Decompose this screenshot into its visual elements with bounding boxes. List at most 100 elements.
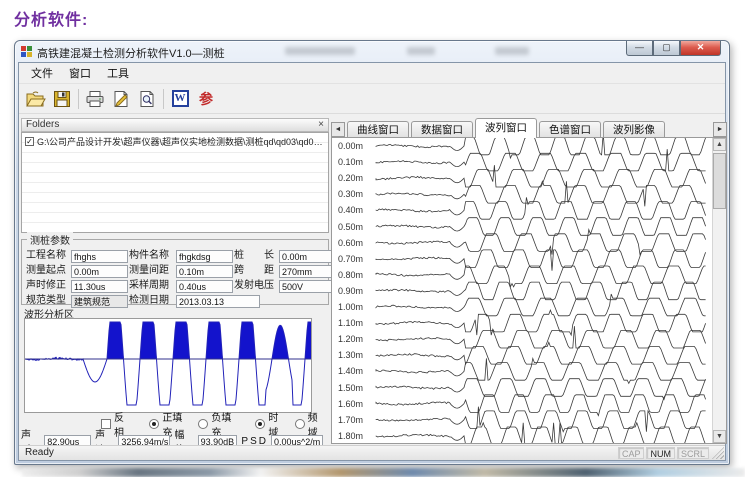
maximize-button[interactable]: ▢ bbox=[653, 41, 680, 56]
wave-train-area: ▲ ▼ 0.00m0.10m0.20m0.30m0.40m0.50m0.60m0… bbox=[331, 137, 727, 444]
sampling-period-field[interactable]: 0.40us bbox=[176, 280, 233, 293]
page-title: 分析软件: bbox=[14, 6, 88, 30]
toolbar: W 参 bbox=[19, 84, 725, 114]
waveform-trace bbox=[376, 282, 706, 300]
waveform-trace bbox=[376, 266, 706, 287]
tab-strip: ◄ 曲线窗口 数据窗口 波列窗口 色谱窗口 波列影像 ► bbox=[331, 117, 727, 137]
param-label: 声时修正 bbox=[26, 280, 70, 293]
tree-item-checkbox[interactable]: ✓ bbox=[25, 137, 34, 146]
tab-data-window[interactable]: 数据窗口 bbox=[411, 121, 473, 137]
scroll-up-icon[interactable]: ▲ bbox=[713, 138, 726, 151]
tab-scroll-left-button[interactable]: ◄ bbox=[331, 122, 345, 137]
tree-item[interactable]: ✓ G:\公司产品设计开发\超声仪器\超声仪实地检测数据\测桩qd\qd03\q… bbox=[25, 135, 325, 148]
test-date-field[interactable]: 2013.03.13 bbox=[176, 295, 260, 308]
preview-button[interactable] bbox=[134, 87, 160, 111]
tab-curve-window[interactable]: 曲线窗口 bbox=[347, 121, 409, 137]
desktop-background-sliver bbox=[22, 468, 745, 477]
folders-close-icon[interactable]: × bbox=[318, 119, 324, 131]
report-button[interactable] bbox=[108, 87, 134, 111]
waveform-trace bbox=[376, 407, 706, 432]
depth-label: 0.30m bbox=[338, 189, 372, 199]
depth-label: 1.20m bbox=[338, 334, 372, 344]
blur-artifact bbox=[407, 47, 435, 55]
close-button[interactable]: ✕ bbox=[680, 41, 721, 56]
blur-artifact bbox=[495, 47, 529, 55]
param-label: 构件名称 bbox=[129, 250, 175, 263]
tab-wave-train-window[interactable]: 波列窗口 bbox=[475, 118, 537, 138]
negative-fill-radio[interactable] bbox=[198, 419, 208, 429]
param-label: 工程名称 bbox=[26, 250, 70, 263]
param-label: 桩 长 bbox=[234, 250, 278, 263]
open-button[interactable] bbox=[23, 87, 49, 111]
depth-label: 1.10m bbox=[338, 318, 372, 328]
save-button[interactable] bbox=[49, 87, 75, 111]
doc-pen-icon bbox=[112, 90, 130, 108]
waveform-analysis-svg bbox=[25, 319, 311, 412]
menu-file[interactable]: 文件 bbox=[23, 63, 61, 83]
depth-label: 1.80m bbox=[338, 431, 372, 441]
minimize-button[interactable]: — bbox=[626, 41, 653, 56]
depth-label: 0.40m bbox=[338, 205, 372, 215]
menu-bar: 文件 窗口 工具 bbox=[19, 63, 725, 84]
start-point-field[interactable]: 0.00m bbox=[71, 265, 128, 278]
scrollbar-thumb[interactable] bbox=[713, 153, 726, 209]
status-key-scrl: SCRL bbox=[677, 447, 709, 459]
waveform-trace bbox=[376, 197, 706, 219]
app-window: 高铁建混凝土检测分析软件V1.0—测桩 — ▢ ✕ 文件 窗口 工具 bbox=[14, 40, 730, 465]
waveform-trace bbox=[376, 395, 706, 416]
print-button[interactable] bbox=[82, 87, 108, 111]
waveform-analysis-chart bbox=[24, 318, 312, 413]
vertical-scrollbar[interactable]: ▲ ▼ bbox=[712, 138, 726, 443]
component-name-field[interactable]: fhgkdsg bbox=[176, 250, 233, 263]
folders-pane-title: Folders bbox=[26, 119, 59, 130]
positive-fill-radio[interactable] bbox=[149, 419, 159, 429]
menu-tools[interactable]: 工具 bbox=[99, 63, 137, 83]
param-label: 采样周期 bbox=[129, 280, 175, 293]
scroll-down-icon[interactable]: ▼ bbox=[713, 430, 726, 443]
waveform-trace bbox=[376, 358, 706, 383]
menu-window[interactable]: 窗口 bbox=[61, 63, 99, 83]
sound-time-correction-field[interactable]: 11.30us bbox=[71, 280, 128, 293]
pile-length-field[interactable]: 0.00m bbox=[279, 250, 333, 263]
param-icon: 参 bbox=[199, 89, 213, 109]
window-controls: — ▢ ✕ bbox=[626, 41, 721, 56]
word-export-button[interactable]: W bbox=[167, 87, 193, 111]
printer-icon bbox=[85, 90, 105, 108]
time-domain-radio[interactable] bbox=[255, 419, 265, 429]
depth-label: 1.00m bbox=[338, 302, 372, 312]
interval-field[interactable]: 0.10m bbox=[176, 265, 233, 278]
depth-label: 0.20m bbox=[338, 173, 372, 183]
parameters-button[interactable]: 参 bbox=[193, 87, 219, 111]
depth-label: 0.80m bbox=[338, 270, 372, 280]
resize-grip-icon[interactable] bbox=[712, 447, 724, 459]
waveform-trace bbox=[376, 149, 706, 171]
waveform-trace bbox=[376, 326, 706, 348]
status-bar: Ready CAP NUM SCRL bbox=[19, 445, 725, 460]
depth-label: 0.90m bbox=[338, 286, 372, 296]
depth-label: 1.30m bbox=[338, 350, 372, 360]
waveform-trace bbox=[376, 423, 706, 444]
depth-label: 0.00m bbox=[338, 141, 372, 151]
standard-type-field[interactable]: 建筑规范 bbox=[71, 295, 128, 308]
window-title: 高铁建混凝土检测分析软件V1.0—测桩 bbox=[37, 45, 225, 61]
tab-spectrum-window[interactable]: 色谱窗口 bbox=[539, 121, 601, 137]
toolbar-separator bbox=[163, 89, 164, 109]
freq-domain-radio[interactable] bbox=[295, 419, 305, 429]
voltage-field[interactable]: 500V bbox=[279, 280, 333, 293]
status-text: Ready bbox=[25, 447, 54, 458]
save-icon bbox=[53, 90, 71, 108]
project-name-field[interactable]: fhghs bbox=[71, 250, 128, 263]
tab-scroll-right-button[interactable]: ► bbox=[713, 122, 727, 137]
word-icon: W bbox=[172, 90, 189, 107]
depth-label: 1.60m bbox=[338, 399, 372, 409]
open-folder-icon bbox=[26, 90, 46, 108]
waveform-trace bbox=[376, 165, 706, 187]
depth-label: 1.40m bbox=[338, 366, 372, 376]
parameters-group: 工程名称 fhghs 构件名称 fhgkdsg 桩 长 0.00m 测量起点 0… bbox=[21, 239, 329, 305]
status-keys: CAP NUM SCRL bbox=[618, 447, 709, 459]
depth-label: 0.10m bbox=[338, 157, 372, 167]
window-body: 文件 窗口 工具 bbox=[18, 62, 726, 461]
depth-label: 0.50m bbox=[338, 222, 372, 232]
span-field[interactable]: 270mm bbox=[279, 265, 333, 278]
tab-wave-train-image[interactable]: 波列影像 bbox=[603, 121, 665, 137]
